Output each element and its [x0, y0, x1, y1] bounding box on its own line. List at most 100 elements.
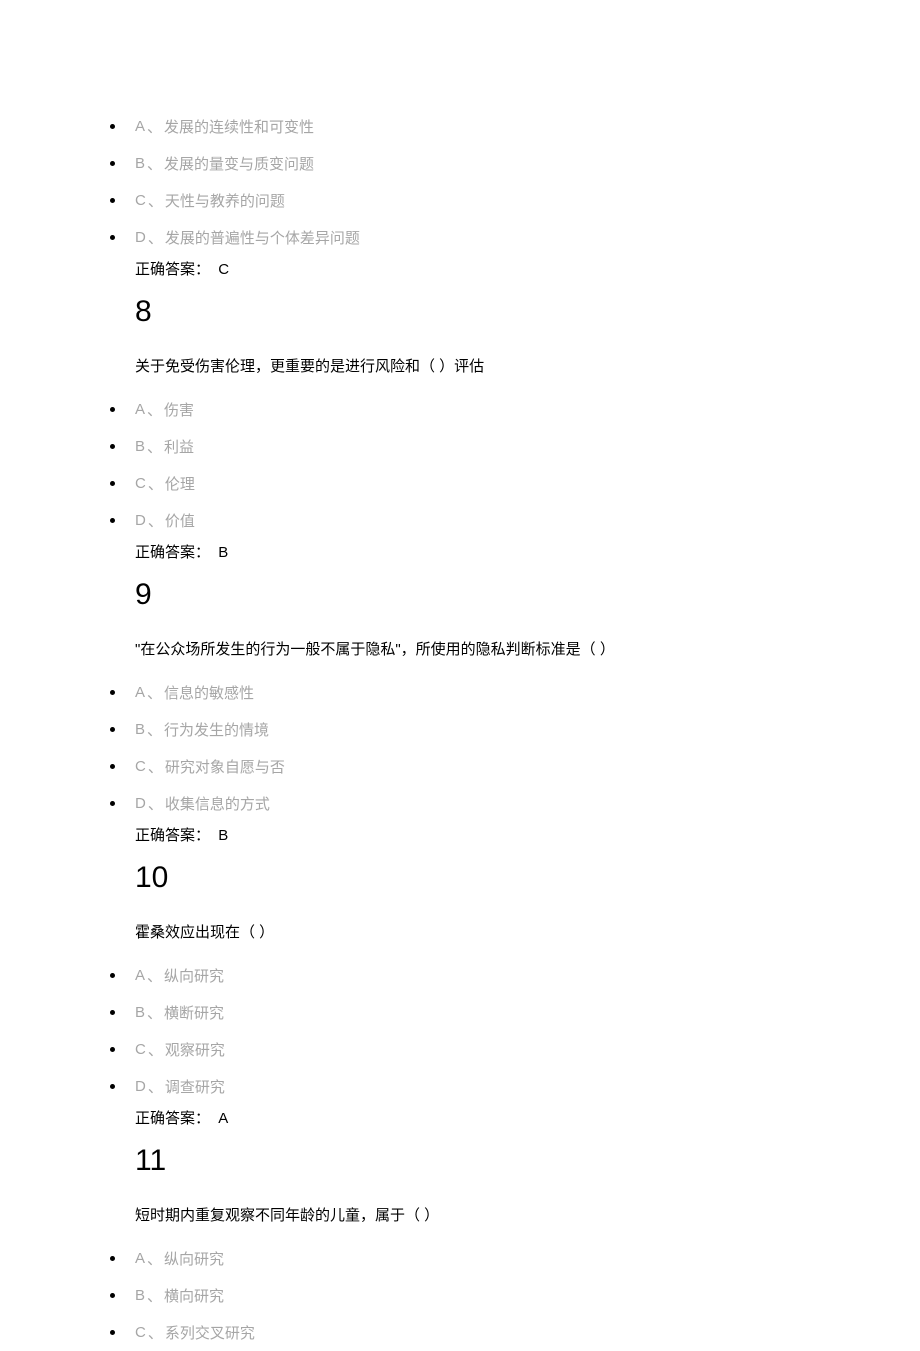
option-item: C 、 观察研究 — [110, 1031, 920, 1068]
answer-label: 正确答案： — [135, 1110, 210, 1127]
correct-answer: 正确答案： C — [135, 256, 920, 287]
option-separator: 、 — [147, 682, 162, 703]
bullet-icon — [110, 161, 115, 166]
option-text: 伦理 — [165, 473, 195, 494]
option-letter: D — [135, 512, 146, 529]
answer-value: A — [218, 1110, 228, 1127]
option-item: A 、 伤害 — [110, 391, 920, 428]
bullet-icon — [110, 690, 115, 695]
option-letter: D — [135, 1078, 146, 1095]
option-text: 价值 — [165, 510, 195, 531]
option-letter: A — [135, 967, 145, 984]
option-letter: C — [135, 475, 146, 492]
option-item: A 、 纵向研究 — [110, 1240, 920, 1277]
bullet-icon — [110, 1010, 115, 1015]
option-separator: 、 — [147, 1285, 162, 1306]
option-item: B 、 横向研究 — [110, 1277, 920, 1314]
option-letter: B — [135, 1287, 145, 1304]
option-text: 系列交叉研究 — [165, 1322, 255, 1343]
option-separator: 、 — [148, 1322, 163, 1343]
bullet-icon — [110, 518, 115, 523]
bullet-icon — [110, 1256, 115, 1261]
option-item: A 、 纵向研究 — [110, 957, 920, 994]
option-letter: B — [135, 1004, 145, 1021]
question-7-options: A 、 发展的连续性和可变性 B 、 发展的量变与质变问题 C 、 天性与教养的… — [0, 108, 920, 256]
option-separator: 、 — [148, 793, 163, 814]
option-text: 行为发生的情境 — [164, 719, 269, 740]
correct-answer: 正确答案： B — [135, 822, 920, 853]
option-letter: C — [135, 1324, 146, 1341]
bullet-icon — [110, 124, 115, 129]
bullet-icon — [110, 764, 115, 769]
option-letter: D — [135, 795, 146, 812]
option-text: 天性与教养的问题 — [165, 190, 285, 211]
question-number: 9 — [135, 578, 920, 612]
option-text: 利益 — [164, 436, 194, 457]
option-text: 发展的量变与质变问题 — [164, 153, 314, 174]
bullet-icon — [110, 1084, 115, 1089]
option-item: D 、 发展的普遍性与个体差异问题 — [110, 219, 920, 256]
option-item: B 、 发展的量变与质变问题 — [110, 145, 920, 182]
option-separator: 、 — [148, 756, 163, 777]
bullet-icon — [110, 1330, 115, 1335]
option-letter: D — [135, 229, 146, 246]
option-separator: 、 — [147, 719, 162, 740]
option-letter: C — [135, 192, 146, 209]
option-letter: A — [135, 118, 145, 135]
option-letter: A — [135, 401, 145, 418]
option-separator: 、 — [147, 116, 162, 137]
option-letter: B — [135, 438, 145, 455]
answer-value: B — [218, 827, 228, 844]
option-separator: 、 — [148, 473, 163, 494]
correct-answer: 正确答案： A — [135, 1105, 920, 1136]
option-item: C 、 天性与教养的问题 — [110, 182, 920, 219]
bullet-icon — [110, 444, 115, 449]
option-separator: 、 — [148, 227, 163, 248]
option-item: D 、 价值 — [110, 502, 920, 539]
option-separator: 、 — [147, 1248, 162, 1269]
option-letter: B — [135, 155, 145, 172]
question-number: 8 — [135, 295, 920, 329]
bullet-icon — [110, 198, 115, 203]
option-item: C 、 伦理 — [110, 465, 920, 502]
option-item: D 、 调查研究 — [110, 1068, 920, 1105]
option-text: 信息的敏感性 — [164, 682, 254, 703]
option-text: 纵向研究 — [164, 1248, 224, 1269]
bullet-icon — [110, 481, 115, 486]
option-text: 横断研究 — [164, 1002, 224, 1023]
answer-label: 正确答案： — [135, 544, 210, 561]
option-letter: C — [135, 758, 146, 775]
answer-value: C — [218, 261, 229, 278]
option-separator: 、 — [147, 153, 162, 174]
option-separator: 、 — [148, 1076, 163, 1097]
question-9-options: A 、 信息的敏感性 B 、 行为发生的情境 C 、 研究对象自愿与否 D 、 … — [0, 674, 920, 822]
option-letter: A — [135, 1250, 145, 1267]
bullet-icon — [110, 973, 115, 978]
option-text: 发展的普遍性与个体差异问题 — [165, 227, 360, 248]
correct-answer: 正确答案： B — [135, 539, 920, 570]
option-item: C 、 研究对象自愿与否 — [110, 748, 920, 785]
answer-label: 正确答案： — [135, 261, 210, 278]
answer-value: B — [218, 544, 228, 561]
option-text: 发展的连续性和可变性 — [164, 116, 314, 137]
option-item: A 、 发展的连续性和可变性 — [110, 108, 920, 145]
option-text: 横向研究 — [164, 1285, 224, 1306]
option-letter: C — [135, 1041, 146, 1058]
option-separator: 、 — [148, 190, 163, 211]
option-separator: 、 — [147, 399, 162, 420]
option-letter: B — [135, 721, 145, 738]
question-text: "在公众场所发生的行为一般不属于隐私"，所使用的隐私判断标准是（ ） — [135, 638, 920, 662]
option-item: A 、 信息的敏感性 — [110, 674, 920, 711]
question-text: 短时期内重复观察不同年龄的儿童，属于（ ） — [135, 1204, 920, 1228]
question-number: 11 — [135, 1144, 920, 1178]
option-separator: 、 — [148, 1039, 163, 1060]
option-text: 研究对象自愿与否 — [165, 756, 285, 777]
bullet-icon — [110, 801, 115, 806]
question-text: 霍桑效应出现在（ ） — [135, 921, 920, 945]
option-letter: A — [135, 684, 145, 701]
option-text: 纵向研究 — [164, 965, 224, 986]
option-item: B 、 行为发生的情境 — [110, 711, 920, 748]
option-separator: 、 — [147, 1002, 162, 1023]
question-text: 关于免受伤害伦理，更重要的是进行风险和（ ）评估 — [135, 355, 920, 379]
question-number: 10 — [135, 861, 920, 895]
